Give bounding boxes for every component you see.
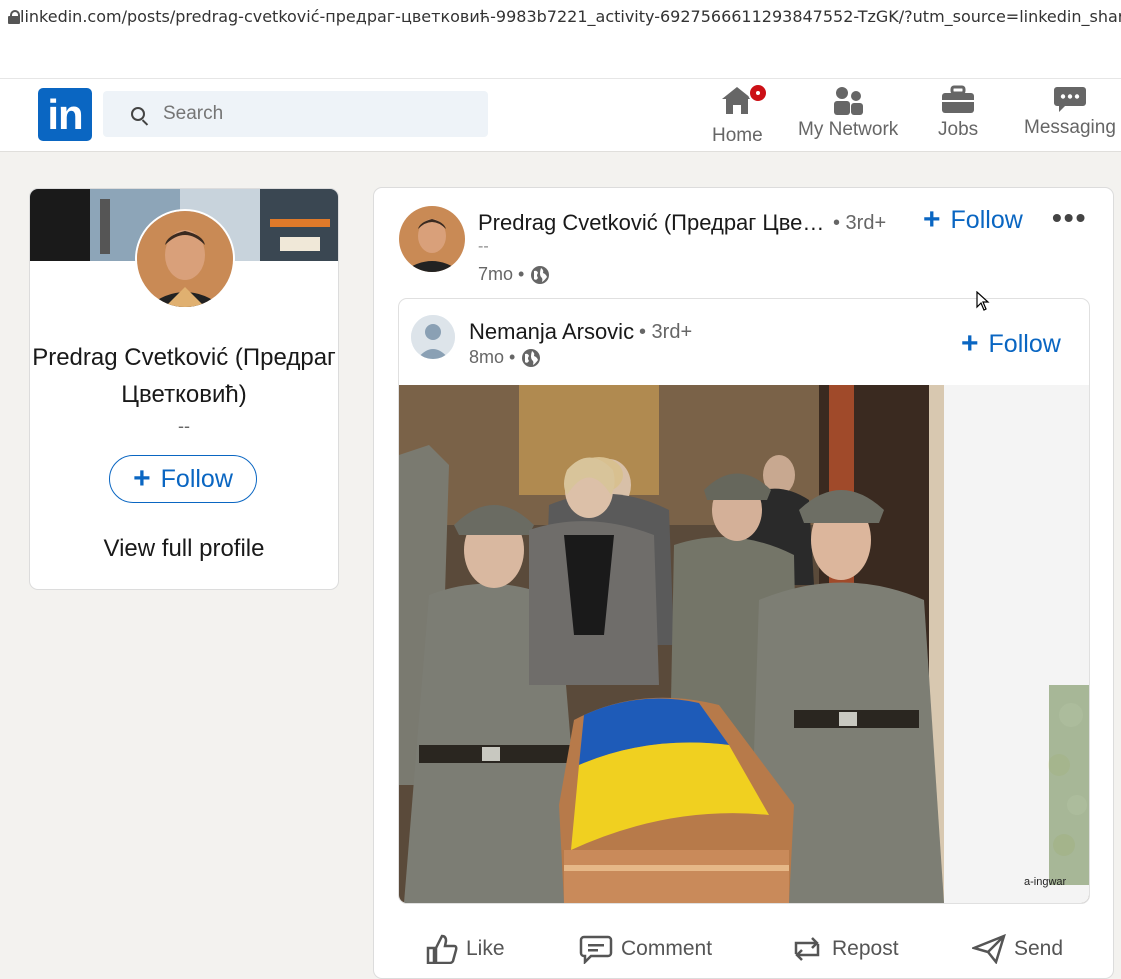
nav-messaging-label: Messaging [1024, 117, 1116, 138]
briefcase-icon [942, 85, 975, 113]
nav-my-network[interactable]: My Network [798, 85, 898, 141]
view-full-profile-link[interactable]: View full profile [30, 535, 338, 563]
comment-icon [579, 935, 613, 964]
shared-post-timestamp: 8mo • [469, 347, 541, 368]
post-author-headline: -- [478, 238, 489, 255]
nav-my-network-label: My Network [798, 119, 899, 140]
feed-post: Predrag Cvetković (Предраг Цве… • 3rd+ -… [373, 187, 1114, 979]
more-options-icon[interactable]: ••• [1052, 202, 1087, 234]
profile-card: Predrag Cvetković (Предраг Цветковић) --… [29, 188, 339, 590]
repost-button[interactable]: Repost [790, 934, 899, 964]
network-icon [834, 87, 864, 115]
shared-follow-button[interactable]: + Follow [961, 329, 1061, 359]
image-watermark: a-ingwar [1024, 876, 1067, 888]
post-follow-button[interactable]: + Follow [923, 205, 1023, 235]
search-icon [131, 107, 145, 121]
post-author-degree: • 3rd+ [833, 212, 887, 234]
linkedin-logo[interactable]: in [38, 88, 92, 141]
repost-label: Repost [832, 937, 899, 960]
mouse-cursor-icon [976, 291, 990, 311]
bookmarks-bar [0, 33, 1121, 79]
send-label: Send [1014, 937, 1064, 960]
shared-post[interactable]: Nemanja Arsovic • 3rd+ 8mo • + Follow a-… [398, 298, 1090, 904]
plus-icon: + [923, 203, 941, 236]
like-label: Like [466, 937, 505, 960]
top-navigation: in Home My Network Jobs [0, 79, 1121, 152]
profile-follow-label: Follow [160, 464, 233, 493]
post-author-avatar[interactable] [399, 206, 465, 272]
nav-jobs[interactable]: Jobs [938, 85, 978, 141]
url-text[interactable]: linkedin.com/posts/predrag-cvetković-пре… [20, 7, 1121, 26]
shared-author-avatar[interactable] [411, 315, 455, 359]
search-box[interactable] [103, 91, 488, 137]
send-icon [972, 934, 1006, 964]
post-image[interactable]: a-ingwar [399, 385, 1089, 903]
plus-icon: + [961, 327, 979, 360]
post-follow-label: Follow [950, 205, 1023, 234]
messaging-icon [1053, 87, 1086, 112]
like-button[interactable]: Like [424, 934, 505, 964]
shared-time-text: 8mo • [469, 347, 516, 367]
repost-icon [794, 937, 820, 961]
plus-icon: + [133, 462, 151, 495]
comment-button[interactable]: Comment [579, 934, 712, 964]
nav-messaging[interactable]: Messaging [1024, 85, 1116, 139]
nav-jobs-label: Jobs [938, 119, 979, 140]
post-time-text: 7mo • [478, 264, 525, 284]
globe-icon [522, 348, 541, 367]
profile-headline: -- [178, 416, 190, 436]
nav-home-label: Home [712, 125, 763, 146]
like-icon [426, 934, 458, 964]
globe-icon [531, 265, 550, 284]
profile-name[interactable]: Predrag Cvetković (Предраг Цветковић) [30, 339, 338, 413]
post-timestamp: 7mo • [478, 264, 550, 285]
search-input[interactable] [161, 102, 465, 126]
browser-url-bar[interactable]: linkedin.com/posts/predrag-cvetković-пре… [0, 0, 1121, 33]
shared-author-name[interactable]: Nemanja Arsovic [469, 319, 634, 345]
send-button[interactable]: Send [972, 934, 1063, 964]
post-actions-bar: Like Comment Repost Send [374, 928, 1113, 978]
shared-follow-label: Follow [988, 329, 1061, 358]
profile-follow-button[interactable]: + Follow [109, 455, 257, 503]
comment-label: Comment [621, 937, 713, 960]
notification-badge [748, 83, 769, 103]
profile-avatar[interactable] [135, 209, 235, 309]
nav-home[interactable]: Home [712, 83, 769, 147]
shared-author-degree: • 3rd+ [639, 321, 693, 343]
post-author-name[interactable]: Predrag Cvetković (Предраг Цве… [478, 210, 824, 236]
